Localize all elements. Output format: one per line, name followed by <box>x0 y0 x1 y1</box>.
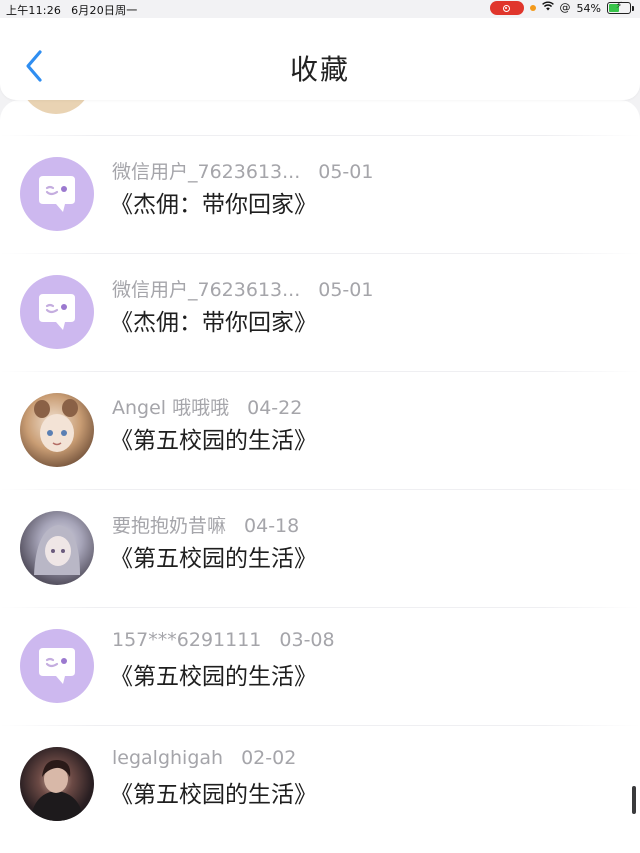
status-date: 6月20日周一 <box>71 4 138 17</box>
list-item[interactable]: 微信用户_7623613... 05-01 《杰佣：带你回家》 <box>0 253 640 371</box>
status-time: 上午11:26 <box>6 4 62 17</box>
default-chat-avatar[interactable] <box>20 275 94 349</box>
anime-bear-avatar[interactable] <box>20 393 94 467</box>
at-icon: @ <box>559 1 571 14</box>
chat-bubble-icon <box>39 176 75 212</box>
avatar <box>20 100 92 114</box>
row-divider <box>0 253 640 254</box>
row-divider <box>0 371 640 372</box>
battery-cap <box>632 5 634 11</box>
page-title: 收藏 <box>289 53 350 86</box>
item-title[interactable]: 《杰佣：带你回家》 <box>110 185 317 219</box>
item-meta: 微信用户_7623613... 05-01 <box>112 157 373 184</box>
anime-silver-hair-avatar[interactable] <box>20 511 94 585</box>
partial-list-item <box>0 100 640 114</box>
item-title[interactable]: 《第五校园的生活》 <box>110 421 317 455</box>
row-divider <box>0 607 640 608</box>
screen-record-indicator[interactable] <box>489 1 524 15</box>
item-date: 04-18 <box>244 515 300 537</box>
item-meta: 微信用户_7623613... 05-01 <box>112 275 373 302</box>
chat-bubble-icon <box>39 294 75 330</box>
status-bar: 上午11:26 6月20日周一 @ 54% ⚡ <box>0 0 640 18</box>
item-date: 02-02 <box>241 747 297 769</box>
favorites-screen: 上午11:26 6月20日周一 @ 54% ⚡ 收藏 微信用户_7623613.… <box>0 0 640 853</box>
row-divider <box>0 489 640 490</box>
row-divider <box>0 725 640 726</box>
wifi-icon <box>541 1 554 15</box>
user-name: Angel 哦哦哦 <box>112 397 230 419</box>
item-title[interactable]: 《第五校园的生活》 <box>110 539 317 573</box>
list-item[interactable]: 微信用户_7623613... 05-01 《杰佣：带你回家》 <box>0 135 640 253</box>
item-date: 04-22 <box>247 397 303 419</box>
user-name: 157***6291111 <box>112 629 262 651</box>
nav-header: 收藏 <box>0 18 640 100</box>
chat-bubble-icon <box>39 648 75 684</box>
default-chat-avatar[interactable] <box>20 157 94 231</box>
scrollbar[interactable] <box>632 786 636 814</box>
list-item[interactable]: 要抱抱奶昔嘛 04-18 《第五校园的生活》 <box>0 489 640 607</box>
record-icon <box>503 4 511 12</box>
battery-percent: 54% <box>576 1 601 15</box>
charging-bolt-icon: ⚡ <box>615 1 623 11</box>
user-name: 微信用户_7623613... <box>112 279 301 301</box>
list-item[interactable]: 157***6291111 03-08 《第五校园的生活》 <box>0 607 640 725</box>
list-item[interactable]: Angel 哦哦哦 04-22 《第五校园的生活》 <box>0 371 640 489</box>
item-title[interactable]: 《第五校园的生活》 <box>110 657 317 691</box>
user-name: 要抱抱奶昔嘛 <box>112 515 227 537</box>
mic-indicator-dot <box>529 5 536 11</box>
item-date: 05-01 <box>318 161 374 183</box>
user-name: 微信用户_7623613... <box>112 161 301 183</box>
item-meta: 157***6291111 03-08 <box>112 629 335 651</box>
item-meta: Angel 哦哦哦 04-22 <box>112 393 302 420</box>
item-meta: 要抱抱奶昔嘛 04-18 <box>112 511 299 538</box>
list-item[interactable]: legalghigah 02-02 《第五校园的生活》 <box>0 725 640 843</box>
photo-avatar[interactable] <box>20 747 94 821</box>
item-date: 03-08 <box>279 629 335 651</box>
battery-icon: ⚡ <box>607 1 631 14</box>
row-divider <box>0 135 640 136</box>
user-name: legalghigah <box>112 747 224 769</box>
item-meta: legalghigah 02-02 <box>112 747 296 769</box>
favorites-list[interactable]: 微信用户_7623613... 05-01 《杰佣：带你回家》 微信用户_7623… <box>0 100 640 853</box>
default-chat-avatar[interactable] <box>20 629 94 703</box>
item-date: 05-01 <box>318 279 374 301</box>
item-title[interactable]: 《第五校园的生活》 <box>110 775 317 809</box>
item-title[interactable]: 《杰佣：带你回家》 <box>110 303 317 337</box>
